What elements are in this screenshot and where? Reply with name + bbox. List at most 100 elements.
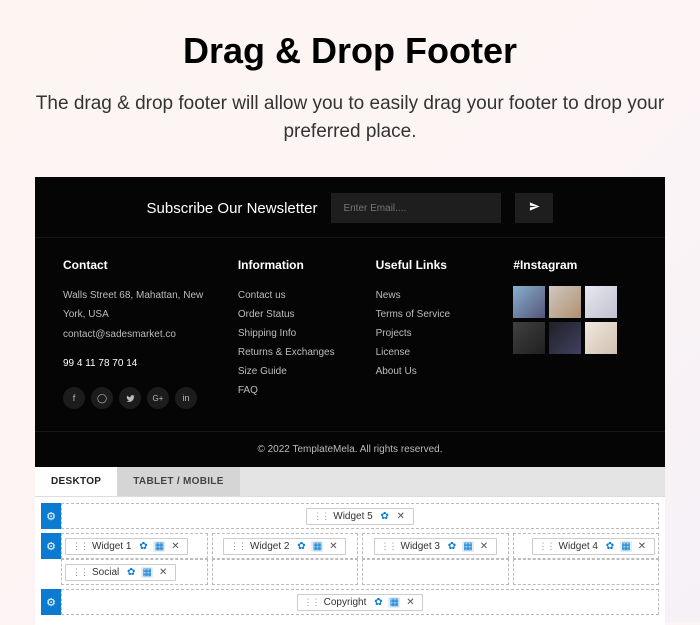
- newsletter-title: Subscribe Our Newsletter: [147, 200, 318, 217]
- builder-cell[interactable]: ⋮⋮ Widget 2 ✿ ▦ ✕: [212, 533, 359, 559]
- info-link[interactable]: FAQ: [238, 381, 362, 400]
- info-link[interactable]: Size Guide: [238, 362, 362, 381]
- visibility-icon[interactable]: ▦: [462, 541, 474, 552]
- builder-cell[interactable]: ⋮⋮ Copyright ✿ ▦ ✕: [61, 589, 659, 615]
- instagram-icon[interactable]: ◯: [91, 387, 113, 409]
- useful-link[interactable]: News: [376, 286, 500, 305]
- widget-chip[interactable]: ⋮⋮ Widget 4 ✿ ▦ ✕: [532, 538, 655, 555]
- close-icon[interactable]: ✕: [327, 541, 339, 552]
- google-plus-icon[interactable]: G+: [147, 387, 169, 409]
- widget-label: Widget 3: [401, 541, 440, 552]
- footer-col-instagram: #Instagram: [513, 258, 637, 409]
- gear-icon: ⚙: [46, 596, 56, 609]
- newsletter-submit[interactable]: [515, 193, 553, 223]
- drag-handle-icon: ⋮⋮: [72, 541, 88, 552]
- info-link[interactable]: Shipping Info: [238, 324, 362, 343]
- close-icon[interactable]: ✕: [478, 541, 490, 552]
- builder-row: ⚙ ⋮⋮ Copyright ✿ ▦ ✕: [41, 589, 659, 615]
- footer-preview: Subscribe Our Newsletter Contact Walls S…: [35, 177, 665, 467]
- close-icon[interactable]: ✕: [404, 597, 416, 608]
- builder-cell[interactable]: ⋮⋮ Widget 4 ✿ ▦ ✕: [513, 533, 660, 559]
- close-icon[interactable]: ✕: [157, 567, 169, 578]
- builder-cell[interactable]: ⋮⋮ Widget 5 ✿ ✕: [61, 503, 659, 529]
- row-settings-button[interactable]: ⚙: [41, 589, 61, 615]
- gear-icon[interactable]: ✿: [379, 511, 391, 522]
- widget-label: Widget 2: [250, 541, 289, 552]
- useful-link[interactable]: Projects: [376, 324, 500, 343]
- instagram-heading: #Instagram: [513, 258, 637, 272]
- instagram-thumb[interactable]: [585, 286, 617, 318]
- useful-link[interactable]: Terms of Service: [376, 305, 500, 324]
- info-link[interactable]: Contact us: [238, 286, 362, 305]
- instagram-thumb[interactable]: [549, 322, 581, 354]
- tab-desktop[interactable]: DESKTOP: [35, 467, 117, 496]
- visibility-icon[interactable]: ▦: [388, 597, 400, 608]
- builder-cell[interactable]: ⋮⋮ Widget 3 ✿ ▦ ✕: [362, 533, 509, 559]
- close-icon[interactable]: ✕: [395, 511, 407, 522]
- widget-label: Widget 4: [559, 541, 598, 552]
- drag-handle-icon: ⋮⋮: [230, 541, 246, 552]
- facebook-icon[interactable]: f: [63, 387, 85, 409]
- gear-icon[interactable]: ✿: [446, 541, 458, 552]
- instagram-thumb[interactable]: [513, 322, 545, 354]
- tab-mobile[interactable]: TABLET / MOBILE: [117, 467, 239, 496]
- gear-icon[interactable]: ✿: [125, 567, 137, 578]
- information-heading: Information: [238, 258, 362, 272]
- newsletter-bar: Subscribe Our Newsletter: [35, 177, 665, 238]
- contact-address: Walls Street 68, Mahattan, New York, USA: [63, 286, 224, 324]
- widget-label: Widget 5: [333, 511, 372, 522]
- row-settings-button[interactable]: ⚙: [41, 533, 61, 559]
- visibility-icon[interactable]: ▦: [311, 541, 323, 552]
- instagram-grid: [513, 286, 637, 354]
- builder-row: ⚙ ⋮⋮ Widget 5 ✿ ✕: [41, 503, 659, 529]
- instagram-thumb[interactable]: [513, 286, 545, 318]
- gear-icon[interactable]: ✿: [295, 541, 307, 552]
- widget-label: Widget 1: [92, 541, 131, 552]
- links-heading: Useful Links: [376, 258, 500, 272]
- gear-icon: ⚙: [46, 510, 56, 523]
- drag-handle-icon: ⋮⋮: [381, 541, 397, 552]
- footer-builder: DESKTOP TABLET / MOBILE ⚙ ⋮⋮ Widget 5 ✿ …: [35, 467, 665, 625]
- contact-email: contact@sadesmarket.co: [63, 325, 224, 344]
- row-settings-button[interactable]: ⚙: [41, 503, 61, 529]
- gear-icon: ⚙: [46, 540, 56, 553]
- gear-icon[interactable]: ✿: [137, 541, 149, 552]
- builder-cell[interactable]: ⋮⋮ Social ✿ ▦ ✕: [61, 559, 208, 585]
- widget-chip[interactable]: ⋮⋮ Widget 5 ✿ ✕: [306, 508, 413, 525]
- visibility-icon[interactable]: ▦: [153, 541, 165, 552]
- widget-chip[interactable]: ⋮⋮ Social ✿ ▦ ✕: [65, 564, 176, 581]
- useful-link[interactable]: About Us: [376, 362, 500, 381]
- linkedin-icon[interactable]: in: [175, 387, 197, 409]
- footer-col-information: Information Contact us Order Status Ship…: [238, 258, 362, 409]
- info-link[interactable]: Returns & Exchanges: [238, 343, 362, 362]
- widget-chip[interactable]: ⋮⋮ Widget 1 ✿ ▦ ✕: [65, 538, 188, 555]
- close-icon[interactable]: ✕: [636, 541, 648, 552]
- newsletter-input[interactable]: [331, 193, 501, 223]
- drag-handle-icon: ⋮⋮: [313, 511, 329, 522]
- contact-heading: Contact: [63, 258, 224, 272]
- visibility-icon[interactable]: ▦: [141, 567, 153, 578]
- footer-copyright: © 2022 TemplateMela. All rights reserved…: [35, 431, 665, 467]
- gear-icon[interactable]: ✿: [604, 541, 616, 552]
- instagram-thumb[interactable]: [585, 322, 617, 354]
- gear-icon[interactable]: ✿: [372, 597, 384, 608]
- widget-chip[interactable]: ⋮⋮ Widget 2 ✿ ▦ ✕: [223, 538, 346, 555]
- drag-handle-icon: ⋮⋮: [72, 567, 88, 578]
- useful-link[interactable]: License: [376, 343, 500, 362]
- instagram-thumb[interactable]: [549, 286, 581, 318]
- widget-label: Copyright: [324, 597, 367, 608]
- contact-phone: 99 4 11 78 70 14: [63, 354, 224, 373]
- builder-row: ⚙ ⋮⋮ Widget 1 ✿ ▦ ✕ ⋮⋮: [41, 533, 659, 559]
- builder-cell[interactable]: ⋮⋮ Widget 1 ✿ ▦ ✕: [61, 533, 208, 559]
- twitter-icon[interactable]: [119, 387, 141, 409]
- widget-chip[interactable]: ⋮⋮ Copyright ✿ ▦ ✕: [297, 594, 424, 611]
- close-icon[interactable]: ✕: [169, 541, 181, 552]
- visibility-icon[interactable]: ▦: [620, 541, 632, 552]
- footer-col-contact: Contact Walls Street 68, Mahattan, New Y…: [63, 258, 224, 409]
- footer-col-links: Useful Links News Terms of Service Proje…: [376, 258, 500, 409]
- widget-chip[interactable]: ⋮⋮ Widget 3 ✿ ▦ ✕: [374, 538, 497, 555]
- info-link[interactable]: Order Status: [238, 305, 362, 324]
- builder-cell[interactable]: [362, 559, 509, 585]
- builder-cell[interactable]: [212, 559, 359, 585]
- builder-cell[interactable]: [513, 559, 660, 585]
